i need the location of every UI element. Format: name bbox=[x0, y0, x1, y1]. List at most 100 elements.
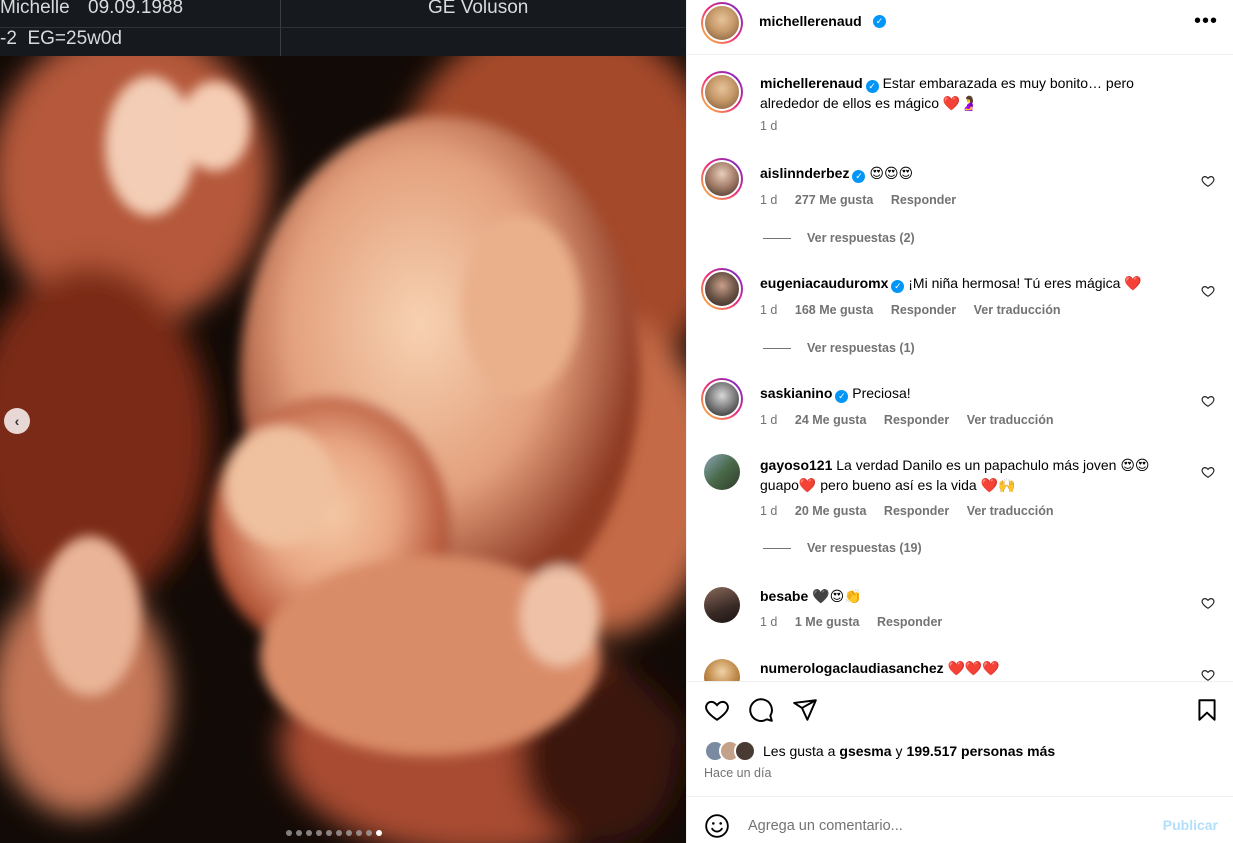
comment-meta: 1 d 168 Me gusta Responder Ver traducció… bbox=[760, 303, 1075, 317]
likes-user-link[interactable]: gsesma bbox=[839, 743, 891, 759]
carousel-dot[interactable] bbox=[366, 830, 372, 836]
comment-text: besabe 🖤😍👏 bbox=[760, 586, 1180, 606]
commenter-avatar[interactable] bbox=[704, 659, 740, 681]
verified-icon: ✓ bbox=[873, 15, 886, 28]
likes-and: y bbox=[895, 743, 903, 759]
patient-name: Michelle bbox=[0, 0, 70, 18]
commenter-username[interactable]: eugeniacauduromx bbox=[760, 275, 888, 291]
reply-button[interactable]: Responder bbox=[891, 303, 956, 317]
carousel-prev-button[interactable]: ‹ bbox=[4, 408, 30, 434]
translate-button[interactable]: Ver traducción bbox=[967, 413, 1054, 427]
heart-icon[interactable] bbox=[1201, 394, 1215, 408]
comment-body: 😍😍😍 bbox=[869, 165, 914, 181]
author-avatar[interactable] bbox=[701, 2, 743, 44]
commenter-username[interactable]: gayoso121 bbox=[760, 457, 832, 473]
post-time: Hace un día bbox=[704, 766, 772, 780]
post-actions: Les gusta a gsesma y 199.517 personas má… bbox=[687, 681, 1233, 796]
comment-text: gayoso121 La verdad Danilo es un papachu… bbox=[760, 455, 1180, 495]
carousel-dot[interactable] bbox=[336, 830, 342, 836]
heart-icon[interactable] bbox=[1201, 596, 1215, 610]
commenter-avatar[interactable] bbox=[704, 454, 740, 490]
view-replies-button[interactable]: Ver respuestas (2) bbox=[763, 231, 915, 245]
post-header: michellerenaud ✓ ••• bbox=[687, 0, 1233, 55]
liker-avatar bbox=[734, 740, 756, 762]
comment-likes[interactable]: 24 Me gusta bbox=[795, 413, 867, 427]
commenter-username[interactable]: aislinnderbez bbox=[760, 165, 849, 181]
heart-icon[interactable] bbox=[1201, 465, 1215, 479]
verified-icon: ✓ bbox=[852, 170, 866, 183]
likes-summary: Les gusta a gsesma y 199.517 personas má… bbox=[704, 740, 1055, 762]
comment-body: ¡Mi niña hermosa! Tú eres mágica ❤️ bbox=[908, 275, 1142, 291]
comment-likes[interactable]: 20 Me gusta bbox=[795, 504, 867, 518]
verified-icon: ✓ bbox=[865, 80, 879, 93]
header-divider bbox=[280, 0, 281, 56]
comment-body: ❤️❤️❤️ bbox=[947, 660, 1000, 676]
carousel-dot[interactable] bbox=[346, 830, 352, 836]
comment-time: 1 d bbox=[760, 413, 778, 427]
comment-text: saskianino ✓ Preciosa! bbox=[760, 383, 1180, 403]
patient-date: 09.09.1988 bbox=[88, 0, 184, 18]
bookmark-icon[interactable] bbox=[1194, 697, 1220, 723]
smiley-icon[interactable] bbox=[704, 813, 730, 839]
commenter-username[interactable]: numerologaclaudiasanchez bbox=[760, 660, 944, 676]
comment-meta: 1 d 24 Me gusta Responder Ver traducción bbox=[760, 413, 1068, 427]
caption-time: 1 d bbox=[760, 119, 778, 133]
ultrasound-image bbox=[0, 56, 686, 843]
comment-body: Preciosa! bbox=[852, 385, 911, 401]
heart-icon[interactable] bbox=[1201, 174, 1215, 188]
ultrasound-header: Michelle 09.09.1988 GE Voluson -2 EG=25w… bbox=[0, 0, 686, 56]
comment-text: numerologaclaudiasanchez ❤️❤️❤️ bbox=[760, 658, 1180, 678]
carousel-dot[interactable] bbox=[376, 830, 382, 836]
comment-meta: 1 d 20 Me gusta Responder Ver traducción bbox=[760, 504, 1068, 518]
verified-icon: ✓ bbox=[891, 280, 905, 293]
comment-meta: 1 d 1 Me gusta Responder bbox=[760, 615, 956, 629]
add-comment-bar: Publicar bbox=[687, 796, 1233, 843]
commenter-avatar[interactable] bbox=[701, 378, 743, 420]
comment-text: aislinnderbez ✓ 😍😍😍 bbox=[760, 163, 1180, 183]
view-replies-button[interactable]: Ver respuestas (1) bbox=[763, 341, 915, 355]
reply-button[interactable]: Responder bbox=[877, 615, 942, 629]
commenter-username[interactable]: saskianino bbox=[760, 385, 832, 401]
publish-button[interactable]: Publicar bbox=[1163, 817, 1218, 833]
translate-button[interactable]: Ver traducción bbox=[974, 303, 1061, 317]
comments-list: michellerenaud ✓ Estar embarazada es muy … bbox=[687, 56, 1233, 681]
carousel-dot[interactable] bbox=[296, 830, 302, 836]
comment-likes[interactable]: 168 Me gusta bbox=[795, 303, 874, 317]
carousel-dot[interactable] bbox=[326, 830, 332, 836]
comment-icon[interactable] bbox=[748, 697, 774, 723]
author-avatar[interactable] bbox=[701, 71, 743, 113]
reply-button[interactable]: Responder bbox=[891, 193, 956, 207]
heart-icon[interactable] bbox=[704, 697, 730, 723]
more-options-icon[interactable]: ••• bbox=[1194, 10, 1218, 33]
commenter-avatar[interactable] bbox=[701, 268, 743, 310]
caption-text: michellerenaud ✓ Estar embarazada es muy … bbox=[760, 73, 1180, 113]
comment-meta: 1 d 277 Me gusta Responder bbox=[760, 193, 970, 207]
carousel-dot[interactable] bbox=[356, 830, 362, 836]
view-replies-button[interactable]: Ver respuestas (19) bbox=[763, 541, 922, 555]
view-replies-label: Ver respuestas (19) bbox=[807, 541, 922, 555]
carousel-dot[interactable] bbox=[316, 830, 322, 836]
comment-likes[interactable]: 1 Me gusta bbox=[795, 615, 860, 629]
comment-text: eugeniacauduromx ✓ ¡Mi niña hermosa! Tú e… bbox=[760, 273, 1180, 293]
translate-button[interactable]: Ver traducción bbox=[967, 504, 1054, 518]
comment-time: 1 d bbox=[760, 504, 778, 518]
reply-button[interactable]: Responder bbox=[884, 413, 949, 427]
comment-likes[interactable]: 277 Me gusta bbox=[795, 193, 874, 207]
author-username[interactable]: michellerenaud bbox=[759, 13, 862, 29]
commenter-username[interactable]: besabe bbox=[760, 588, 808, 604]
post-media: Michelle 09.09.1988 GE Voluson -2 EG=25w… bbox=[0, 0, 686, 843]
heart-icon[interactable] bbox=[1201, 668, 1215, 681]
author-username[interactable]: michellerenaud bbox=[760, 75, 863, 91]
send-icon[interactable] bbox=[792, 697, 818, 723]
commenter-avatar[interactable] bbox=[704, 587, 740, 623]
reply-button[interactable]: Responder bbox=[884, 504, 949, 518]
carousel-dot[interactable] bbox=[306, 830, 312, 836]
heart-icon[interactable] bbox=[1201, 284, 1215, 298]
carousel-dot[interactable] bbox=[286, 830, 292, 836]
comment-input[interactable] bbox=[748, 813, 1138, 839]
likes-prefix: Les gusta a bbox=[763, 743, 836, 759]
commenter-avatar[interactable] bbox=[701, 158, 743, 200]
likes-count-link[interactable]: 199.517 personas más bbox=[907, 743, 1056, 759]
view-replies-label: Ver respuestas (1) bbox=[807, 341, 915, 355]
comment-time: 1 d bbox=[760, 615, 778, 629]
